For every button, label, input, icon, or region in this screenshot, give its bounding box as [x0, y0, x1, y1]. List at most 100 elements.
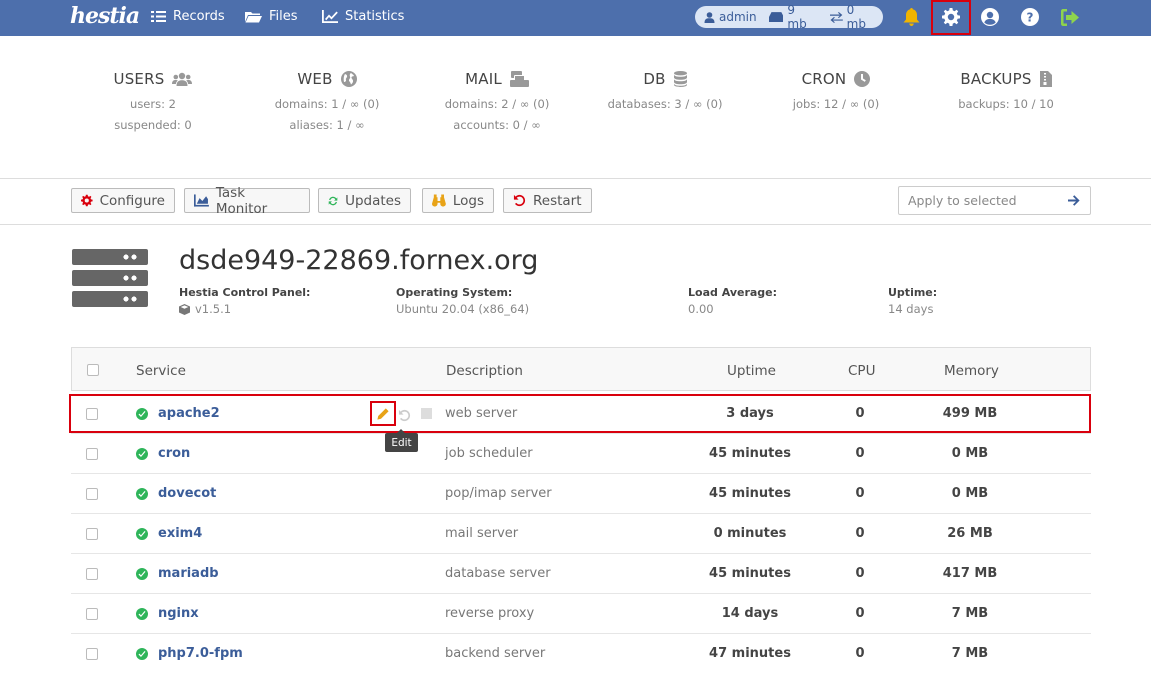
cog-icon	[81, 194, 93, 207]
users-icon	[172, 72, 193, 86]
table-row[interactable]: mariadb database server 45 minutes 0 417…	[71, 554, 1091, 594]
account-usage-pill[interactable]: admin 9 mb 0 mb	[695, 3, 883, 31]
row-checkbox[interactable]	[86, 608, 98, 620]
uptime-value: 14 days	[888, 302, 934, 316]
table-row[interactable]: exim4 mail server 0 minutes 0 26 MB	[71, 514, 1091, 554]
service-name[interactable]: nginx	[158, 606, 199, 621]
server-icon	[72, 249, 148, 312]
nav-records[interactable]: Records	[151, 9, 225, 24]
apply-to-selected-select[interactable]: Apply to selected	[898, 186, 1091, 215]
service-name[interactable]: mariadb	[158, 566, 219, 581]
table-header: Service Description Uptime CPU Memory	[71, 347, 1091, 391]
stat-db[interactable]: DB databases: 3 / ∞ (0)	[590, 70, 740, 111]
row-checkbox[interactable]	[86, 648, 98, 660]
stat-users[interactable]: USERS users: 2 suspended: 0	[78, 70, 228, 132]
updates-label: Updates	[345, 192, 401, 209]
area-chart-icon	[194, 194, 209, 207]
notifications-bell[interactable]	[901, 7, 921, 27]
service-uptime: 45 minutes	[709, 486, 791, 501]
service-memory: 0 MB	[951, 446, 989, 461]
edit-highlight-box	[370, 401, 396, 426]
select-all-checkbox[interactable]	[87, 364, 99, 376]
bandwidth-segment: 0 mb	[829, 3, 877, 31]
server-hostname: dsde949-22869.fornex.org	[179, 245, 539, 276]
arrow-right-icon[interactable]	[1068, 195, 1080, 206]
help-button[interactable]: ?	[1020, 7, 1040, 27]
service-name[interactable]: php7.0-fpm	[158, 646, 243, 661]
nav-files-label: Files	[269, 9, 298, 24]
hdd-icon	[768, 12, 784, 22]
stat-mail-title: MAIL	[465, 70, 502, 88]
service-name[interactable]: dovecot	[158, 486, 216, 501]
logs-button[interactable]: Logs	[422, 188, 494, 213]
task-monitor-button[interactable]: Task Monitor	[184, 185, 310, 217]
logout-button[interactable]	[1060, 7, 1080, 27]
apply-placeholder: Apply to selected	[908, 193, 1017, 208]
user-profile-button[interactable]	[980, 7, 1000, 27]
nav-statistics[interactable]: Statistics	[322, 9, 404, 24]
table-row[interactable]: dovecot pop/imap server 45 minutes 0 0 M…	[71, 474, 1091, 514]
table-row[interactable]: nginx reverse proxy 14 days 0 7 MB	[71, 594, 1091, 634]
stat-mail[interactable]: MAIL domains: 2 / ∞ (0) accounts: 0 / ∞	[422, 70, 572, 132]
row-checkbox[interactable]	[86, 488, 98, 500]
nav-statistics-label: Statistics	[345, 9, 405, 24]
header-description[interactable]: Description	[446, 363, 523, 379]
service-cpu: 0	[855, 646, 865, 661]
row-checkbox[interactable]	[86, 528, 98, 540]
os-value: Ubuntu 20.04 (x86_64)	[396, 302, 530, 316]
hestia-logo[interactable]: hestia	[70, 3, 140, 29]
stat-cron-title: CRON	[801, 70, 847, 88]
edit-tooltip: Edit	[385, 429, 418, 452]
stat-users-line2: suspended: 0	[114, 118, 192, 132]
cube-icon	[179, 303, 190, 315]
row-checkbox[interactable]	[86, 448, 98, 460]
user-segment: admin	[704, 10, 757, 24]
panel-label: Hestia Control Panel:	[179, 286, 311, 299]
service-cpu: 0	[855, 606, 865, 621]
service-memory: 26 MB	[947, 526, 993, 541]
user-name: admin	[719, 10, 757, 24]
configure-button[interactable]: Configure	[71, 188, 175, 213]
service-description: job scheduler	[445, 446, 533, 461]
stat-mail-line2: accounts: 0 / ∞	[453, 118, 541, 132]
row-checkbox[interactable]	[86, 568, 98, 580]
service-description: mail server	[445, 526, 519, 541]
user-icon	[704, 11, 715, 23]
updates-button[interactable]: Updates	[318, 188, 411, 213]
binoculars-icon	[432, 194, 446, 207]
header-cpu[interactable]: CPU	[848, 363, 875, 379]
service-description: database server	[445, 566, 551, 581]
apache2-row-highlight-box	[69, 394, 1091, 433]
stat-db-line1: databases: 3 / ∞ (0)	[607, 97, 723, 111]
chart-line-icon	[322, 10, 338, 23]
stat-web[interactable]: WEB domains: 1 / ∞ (0) aliases: 1 / ∞	[252, 70, 402, 132]
service-description: backend server	[445, 646, 546, 661]
header-service[interactable]: Service	[136, 363, 186, 379]
file-archive-icon	[1039, 71, 1052, 87]
stat-web-line1: domains: 1 / ∞ (0)	[274, 97, 380, 111]
stat-backups[interactable]: BACKUPS backups: 10 / 10	[931, 70, 1081, 111]
check-circle-icon	[136, 608, 148, 620]
nav-files[interactable]: Files	[245, 9, 298, 24]
panel-version-info: Hestia Control Panel: v1.5.1	[179, 286, 310, 316]
restart-button[interactable]: Restart	[503, 188, 592, 213]
table-row[interactable]: php7.0-fpm backend server 47 minutes 0 7…	[71, 634, 1091, 674]
restart-label: Restart	[533, 192, 582, 209]
check-circle-icon	[136, 648, 148, 660]
service-cpu: 0	[855, 486, 865, 501]
service-name[interactable]: cron	[158, 446, 190, 461]
load-value: 0.00	[688, 302, 714, 316]
header-memory[interactable]: Memory	[944, 363, 999, 379]
service-cpu: 0	[855, 566, 865, 581]
bell-icon	[903, 8, 919, 26]
stat-backups-line1: backups: 10 / 10	[958, 97, 1054, 111]
service-name[interactable]: exim4	[158, 526, 202, 541]
sign-out-icon	[1060, 8, 1079, 26]
table-row[interactable]: cron job scheduler 45 minutes 0 0 MB	[71, 434, 1091, 474]
os-label: Operating System:	[396, 286, 513, 299]
refresh-icon	[328, 196, 338, 205]
header-uptime[interactable]: Uptime	[727, 363, 776, 379]
stat-cron[interactable]: CRON jobs: 12 / ∞ (0)	[761, 70, 911, 111]
stat-web-line2: aliases: 1 / ∞	[289, 118, 365, 132]
uptime-label: Uptime:	[888, 286, 938, 299]
